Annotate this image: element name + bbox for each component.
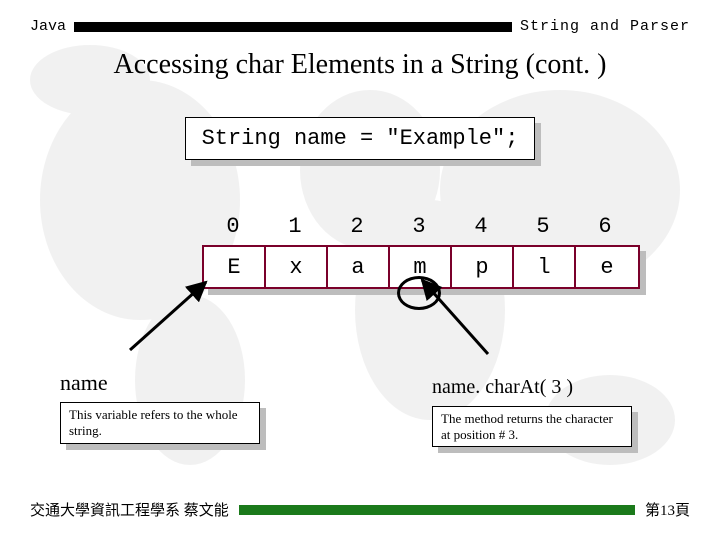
name-variable-label: name (60, 370, 108, 396)
footer-right: 第13頁 (645, 499, 690, 520)
array-cell: x (266, 247, 328, 287)
caption-left: This variable refers to the whole string… (60, 402, 260, 444)
footer-rule (239, 505, 635, 515)
array-cell: e (576, 247, 638, 287)
code-text: String name = "Example"; (202, 126, 519, 151)
charAt-expression: name. charAt( 3 ) (432, 376, 573, 399)
array-cell: E (204, 247, 266, 287)
index-cell: 2 (326, 214, 388, 239)
caption-left-text: This variable refers to the whole string… (69, 407, 238, 438)
header-right: String and Parser (520, 18, 690, 35)
array-cell: l (514, 247, 576, 287)
index-cell: 3 (388, 214, 450, 239)
index-cell: 1 (264, 214, 326, 239)
index-cell: 6 (574, 214, 636, 239)
array-diagram: 0 1 2 3 4 5 6 E x a m p l e (30, 214, 690, 364)
footer-left: 交通大學資訊工程學系 蔡文能 (30, 499, 229, 520)
index-cell: 5 (512, 214, 574, 239)
page-title: Accessing char Elements in a String (con… (30, 49, 690, 81)
array-cell: a (328, 247, 390, 287)
array-cell: p (452, 247, 514, 287)
header-rule (74, 22, 512, 32)
header-left: Java (30, 18, 66, 35)
footer-bar: 交通大學資訊工程學系 蔡文能 第13頁 (30, 499, 690, 520)
index-cell: 4 (450, 214, 512, 239)
header-bar: Java String and Parser (30, 18, 690, 35)
caption-right-text: The method returns the character at posi… (441, 411, 613, 442)
array-cell: m (390, 247, 452, 287)
caption-right: The method returns the character at posi… (432, 406, 632, 447)
code-box: String name = "Example"; (185, 117, 536, 160)
index-cell: 0 (202, 214, 264, 239)
